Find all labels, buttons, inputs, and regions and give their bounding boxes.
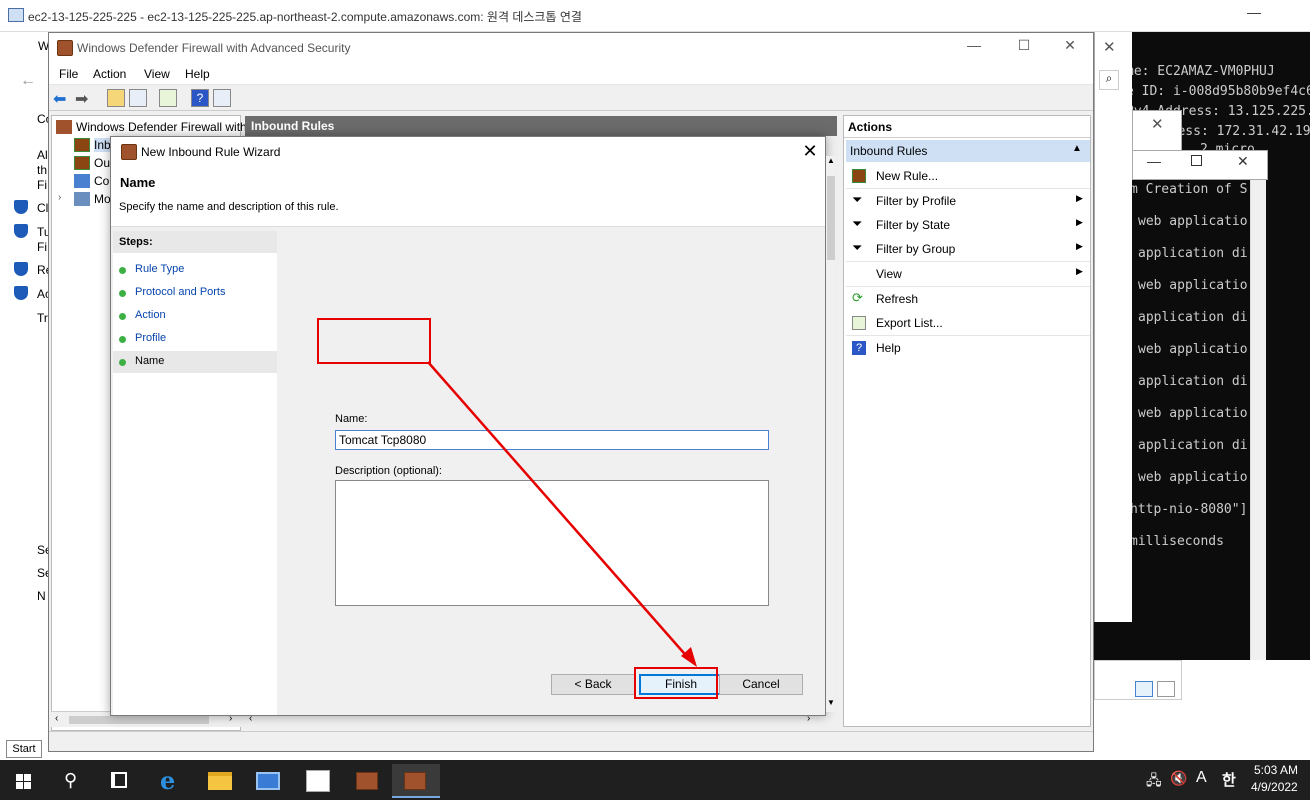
network-icon[interactable]: 🖧: [1146, 770, 1162, 794]
taskbar-ie[interactable]: e: [146, 764, 194, 798]
start-button[interactable]: [0, 764, 48, 798]
taskbar-app[interactable]: [294, 764, 342, 798]
firewall-icon: [356, 772, 378, 790]
taskbar-file-explorer[interactable]: [196, 764, 244, 798]
app-icon: [306, 770, 330, 792]
annotation-arrow: [427, 361, 697, 667]
internet-explorer-icon: e: [160, 766, 176, 795]
ime-mode-indicator[interactable]: 한: [1222, 769, 1236, 790]
annotation-arrow-line: [427, 361, 691, 661]
folder-icon: [208, 772, 232, 790]
taskbar-firewall-active[interactable]: [392, 764, 440, 798]
search-button[interactable]: ⚲: [48, 764, 96, 798]
clock-time[interactable]: 5:03 AM: [1254, 763, 1298, 777]
firewall-icon: [404, 772, 426, 790]
taskbar-server-manager[interactable]: [244, 764, 292, 798]
input-language-indicator[interactable]: A: [1196, 769, 1207, 787]
volume-muted-icon[interactable]: 🔇: [1170, 770, 1187, 787]
start-tooltip: Start: [6, 740, 42, 758]
task-view-icon: [111, 772, 127, 788]
clock-date[interactable]: 4/9/2022: [1251, 780, 1298, 794]
windows-logo-icon: [16, 774, 31, 789]
search-icon: ⚲: [64, 770, 78, 790]
task-view-button[interactable]: [96, 764, 144, 798]
taskbar: ⚲ e 🖧 🔇 A 한 5:03 AM 4/9/2022: [0, 760, 1310, 800]
server-manager-icon: [256, 772, 280, 790]
annotation-arrow-head: [681, 647, 697, 667]
taskbar-firewall[interactable]: [344, 764, 392, 798]
